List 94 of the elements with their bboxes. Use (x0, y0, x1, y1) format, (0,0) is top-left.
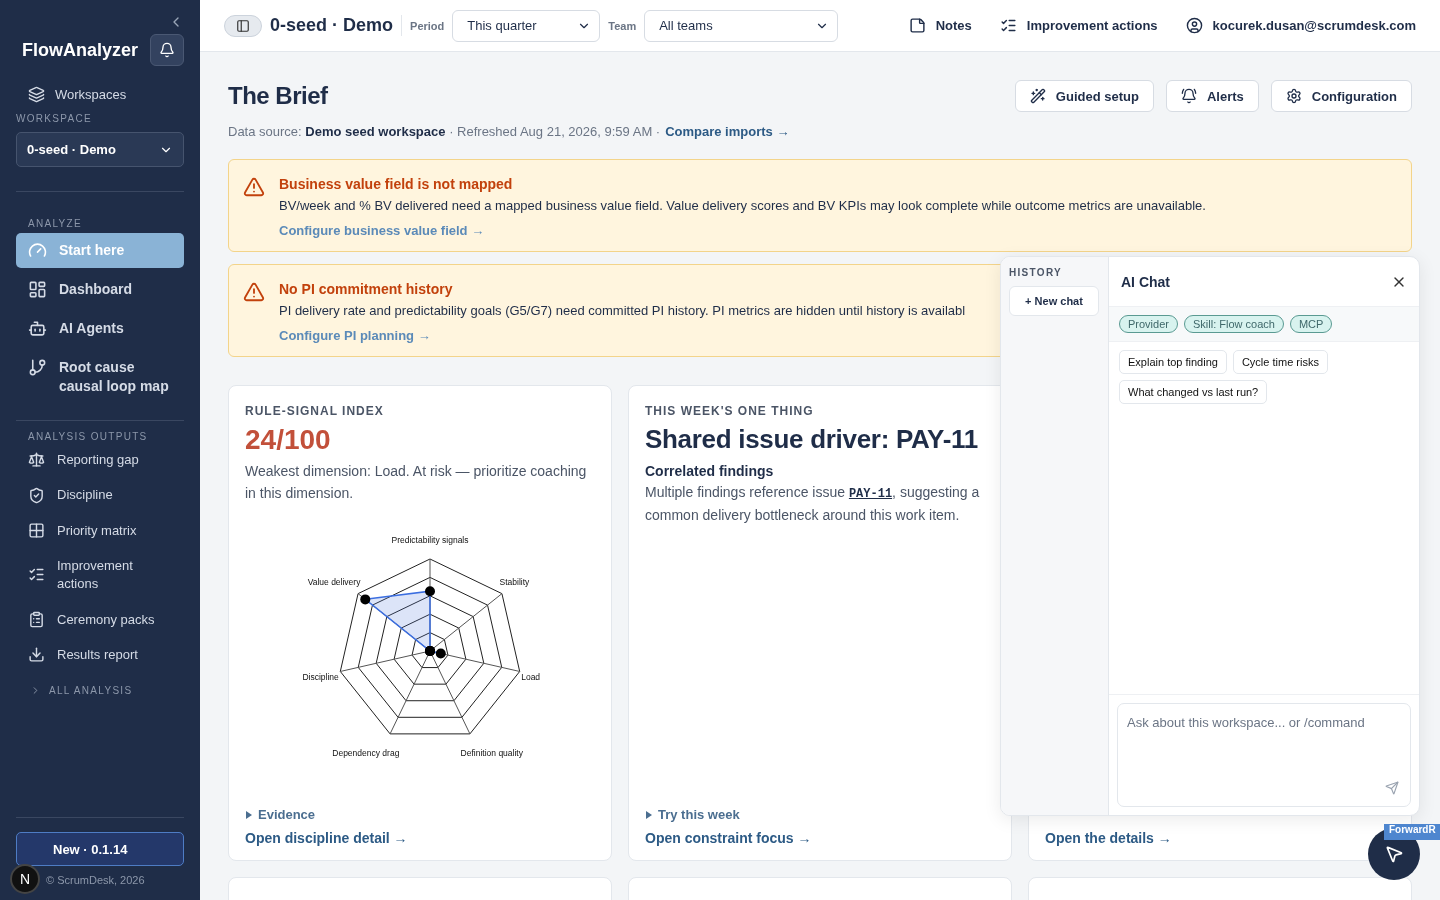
card-text: Weakest dimension: Load. At risk — prioritize coaching in this dimension. (245, 462, 588, 504)
chat-title: AI Chat (1121, 273, 1170, 290)
action-button[interactable]: Guided setup (1014, 80, 1154, 112)
bell-icon (1180, 88, 1197, 104)
section-label: HISTORY (1009, 267, 1063, 278)
axis-label: Definition quality (460, 747, 523, 758)
compare-imports-link[interactable]: Compare imports → (665, 124, 790, 139)
card-link[interactable]: Open discipline detail → (245, 830, 408, 846)
chat-chip[interactable]: Skill: Flow coach (1183, 315, 1284, 333)
suggestion-button[interactable]: Cycle time risks (1232, 350, 1328, 374)
nav-item[interactable]: Results report (16, 639, 184, 671)
panel-icon (236, 18, 250, 33)
checklist-icon (999, 17, 1017, 34)
disclosure-toggle[interactable]: Evidence (245, 807, 316, 822)
axis-label: Load (521, 671, 541, 682)
alert-message: PI delivery rate and predictability goals (G5/G7) need committed PI history. PI metrics are hidden until history is availabl (279, 303, 966, 318)
section-label: ANALYZE (27, 218, 83, 229)
user-icon (1185, 17, 1203, 34)
filter-label: Period (410, 19, 445, 32)
branch-icon (28, 358, 47, 377)
sidebar-toggle[interactable] (224, 14, 262, 37)
chat-chip[interactable]: Provider (1119, 315, 1178, 333)
scale-icon (28, 451, 45, 469)
disclosure-toggle[interactable]: Try this week (645, 807, 740, 822)
clipboard-icon (28, 610, 45, 628)
radar-point (425, 586, 435, 596)
top-link[interactable]: Improvement actions (999, 17, 1158, 34)
alert-title: No PI commitment history (279, 281, 454, 297)
alert-message: BV/week and % BV delivered need a mapped business value field. Value delivery scores and BV KPIs may look complete while outcome metrics are unavailable. (279, 198, 1206, 213)
nav-item[interactable]: Improvement actions (16, 550, 184, 600)
nav-item[interactable]: Root cause causal loop map (16, 350, 184, 404)
settings-icon (1285, 88, 1302, 104)
nav-item[interactable]: Priority matrix (16, 514, 184, 547)
send-icon (1385, 781, 1399, 795)
nav-item[interactable]: Discipline (16, 479, 184, 511)
brand-name: FlowAnalyzer (22, 39, 139, 61)
nav-item[interactable]: Reporting gap (16, 443, 184, 476)
warning-icon (243, 176, 265, 198)
section-label: WORKSPACE (16, 113, 93, 124)
chat-input[interactable]: Ask about this workspace... or /command (1117, 703, 1411, 807)
workspace-select[interactable]: 0-seed · Demo (16, 132, 184, 167)
radar-point (360, 594, 371, 605)
nav-item[interactable]: AI Agents (16, 311, 184, 346)
notifications-button[interactable] (150, 34, 184, 66)
period-select[interactable]: This quarter (452, 9, 601, 42)
dashboard-icon (28, 280, 47, 299)
cursor-icon (1384, 844, 1404, 864)
axis-label: Dependency drag (332, 747, 400, 758)
axis-label: Stability (499, 576, 530, 587)
top-link[interactable]: Notes (908, 17, 972, 34)
note-icon (908, 17, 926, 34)
nav-item[interactable]: Ceremony packs (16, 603, 184, 636)
data-source-text: Data source: Demo seed workspace · Refreshed Aug 21, 2026, 9:59 AM · (228, 124, 661, 139)
team-select[interactable]: All teams (644, 9, 839, 42)
warning-icon (243, 281, 265, 303)
badge-label: ForwardR (1384, 824, 1440, 840)
action-button[interactable]: Alerts (1165, 80, 1259, 112)
release-button[interactable]: New · 0.1.14 (16, 832, 184, 866)
action-button[interactable]: Configuration (1270, 80, 1412, 112)
workspace-title: 0-seed · Demo (270, 15, 403, 36)
axis-label: Predictability signals (391, 534, 469, 545)
alert-title: Business value field is not mapped (279, 176, 514, 192)
nav-item[interactable]: Dashboard (16, 272, 184, 307)
bell-icon (159, 42, 175, 58)
download-icon (28, 646, 45, 664)
suggestion-button[interactable]: What changed vs last run? (1119, 380, 1268, 404)
top-link[interactable]: kocurek.dusan@scrumdesk.com (1185, 17, 1416, 34)
filter-label: Team (608, 19, 637, 32)
suggestion-button[interactable]: Explain top finding (1119, 350, 1227, 374)
card-subtitle: Correlated findings (645, 463, 774, 479)
caret-icon (245, 810, 253, 819)
axis-label: Value delivery (307, 576, 361, 587)
copyright-text: © ScrumDesk, 2026 (46, 874, 145, 886)
shield-icon (28, 486, 45, 504)
robot-icon (28, 319, 47, 338)
chat-chip[interactable]: MCP (1289, 315, 1333, 333)
card-title: Shared issue driver: PAY-11 (645, 424, 978, 455)
score-value: 24/100 (245, 424, 331, 456)
radar-point (435, 648, 446, 659)
grid-icon (28, 522, 45, 540)
all-analysis-toggle[interactable]: ALL ANALYSIS (16, 674, 147, 706)
card-eyebrow: RULE-SIGNAL INDEX (245, 404, 384, 418)
caret-icon (645, 810, 653, 819)
card-link[interactable]: Open the details → (1045, 830, 1172, 846)
section-label: ANALYSIS OUTPUTS (27, 430, 149, 442)
card-link[interactable]: Open constraint focus → (645, 830, 812, 846)
workspaces-link[interactable]: Workspaces (16, 80, 184, 109)
layers-icon (28, 86, 45, 103)
new-chat-button[interactable]: + New chat (1009, 286, 1099, 316)
card-eyebrow: THIS WEEK'S ONE THING (645, 404, 814, 418)
axis-label: Discipline (302, 671, 339, 682)
sparkles-icon (1029, 88, 1046, 104)
gauge-icon (28, 241, 47, 260)
page-title: The Brief (228, 82, 328, 110)
